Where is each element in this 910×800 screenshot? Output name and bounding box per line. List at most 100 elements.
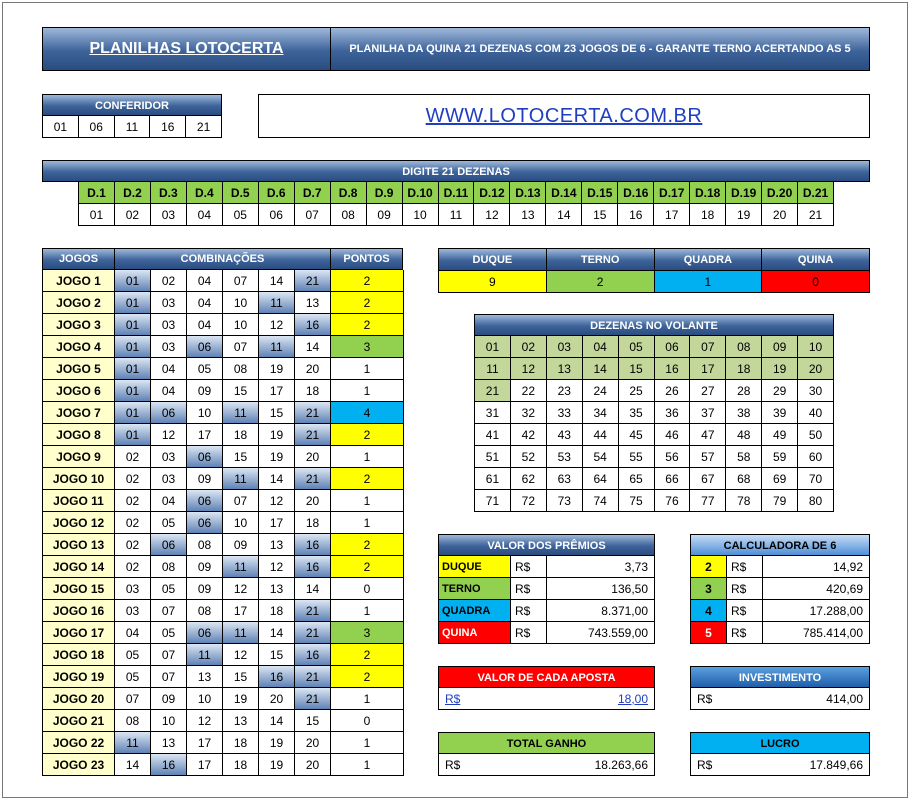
game-number: 15 [223, 446, 259, 468]
conferidor-number[interactable]: 01 [43, 116, 79, 138]
volante-number: 14 [582, 358, 619, 380]
volante-number: 08 [726, 336, 763, 358]
dezena-input[interactable]: 06 [258, 204, 295, 226]
game-number: 07 [151, 666, 187, 688]
game-number: 16 [259, 666, 295, 688]
game-number: 06 [187, 622, 223, 644]
game-number: 04 [187, 314, 223, 336]
dezena-input[interactable]: 04 [186, 204, 223, 226]
calc-label: 2 [691, 556, 727, 578]
dezena-input[interactable]: 20 [762, 204, 799, 226]
dezena-input[interactable]: 08 [330, 204, 367, 226]
dezena-label: D.12 [474, 182, 511, 204]
premio-value: 3,73 [547, 556, 655, 578]
game-number: 13 [259, 578, 295, 600]
game-number: 13 [295, 292, 331, 314]
game-number: 10 [223, 512, 259, 534]
game-points: 2 [331, 666, 404, 688]
conferidor-number[interactable]: 21 [186, 116, 222, 138]
volante-number: 74 [582, 490, 619, 512]
website-link[interactable]: WWW.LOTOCERTA.COM.BR [426, 105, 703, 128]
volante-number: 64 [582, 468, 619, 490]
game-number: 06 [151, 402, 187, 424]
dezena-input[interactable]: 07 [294, 204, 331, 226]
premio-label: QUADRA [439, 600, 511, 622]
volante-number: 37 [690, 402, 727, 424]
dezena-input[interactable]: 14 [546, 204, 583, 226]
dezena-label: D.4 [186, 182, 223, 204]
volante-number: 39 [762, 402, 799, 424]
conferidor-number[interactable]: 11 [114, 116, 151, 138]
game-number: 05 [151, 622, 187, 644]
volante-number: 52 [510, 446, 547, 468]
dezena-input[interactable]: 18 [690, 204, 727, 226]
game-number: 18 [295, 380, 331, 402]
game-number: 16 [295, 644, 331, 666]
dezena-input[interactable]: 12 [474, 204, 511, 226]
game-points: 2 [331, 314, 404, 336]
premio-currency: R$ [511, 600, 547, 622]
volante-number: 28 [726, 380, 763, 402]
volante-number: 10 [798, 336, 834, 358]
game-number: 02 [115, 512, 151, 534]
lucro-row: R$ 17.849,66 [690, 754, 870, 776]
dezena-input[interactable]: 02 [114, 204, 151, 226]
volante-number: 40 [798, 402, 834, 424]
total-currency: R$ [445, 757, 461, 772]
aposta-value[interactable]: 18,00 [618, 692, 648, 706]
volante-number: 69 [762, 468, 799, 490]
game-points: 1 [331, 688, 404, 710]
game-number: 09 [223, 534, 259, 556]
premio-currency: R$ [511, 556, 547, 578]
dezena-input[interactable]: 13 [510, 204, 547, 226]
dezena-input[interactable]: 21 [798, 204, 834, 226]
hit-count: 0 [762, 271, 870, 293]
game-name: JOGO 6 [43, 380, 115, 402]
game-number: 01 [115, 336, 151, 358]
game-number: 03 [151, 446, 187, 468]
brand-title: PLANILHAS LOTOCERTA [43, 28, 331, 70]
volante-number: 51 [475, 446, 511, 468]
game-name: JOGO 1 [43, 270, 115, 292]
game-number: 07 [223, 336, 259, 358]
dezena-input[interactable]: 15 [582, 204, 619, 226]
dezena-label: D.19 [726, 182, 763, 204]
game-points: 2 [331, 292, 404, 314]
dezena-input[interactable]: 17 [654, 204, 691, 226]
volante-number: 11 [475, 358, 511, 380]
dezena-input[interactable]: 03 [150, 204, 187, 226]
top-banner: PLANILHAS LOTOCERTA PLANILHA DA QUINA 21… [42, 27, 870, 71]
dezena-label: D.9 [366, 182, 403, 204]
volante-number: 68 [726, 468, 763, 490]
game-number: 21 [295, 666, 331, 688]
volante-number: 45 [618, 424, 655, 446]
game-number: 17 [187, 424, 223, 446]
game-number: 20 [295, 754, 331, 776]
game-number: 04 [187, 292, 223, 314]
dezena-input[interactable]: 16 [618, 204, 655, 226]
dezena-input[interactable]: 05 [222, 204, 259, 226]
conferidor-number[interactable]: 16 [150, 116, 187, 138]
games-header: JOGOS COMBINAÇÕES PONTOS [42, 248, 403, 270]
game-number: 05 [187, 358, 223, 380]
game-points: 2 [331, 644, 404, 666]
game-number: 16 [295, 556, 331, 578]
dezena-input[interactable]: 11 [438, 204, 475, 226]
volante-number: 32 [510, 402, 547, 424]
game-number: 09 [187, 578, 223, 600]
volante-grid: 01 02 03 04 05 06 07 08 09 10 11 12 13 14 15 16 17 18 19 20… [474, 336, 834, 512]
aposta-row[interactable]: R$ 18,00 [438, 688, 655, 710]
volante-number: 15 [618, 358, 655, 380]
volante-number: 33 [546, 402, 583, 424]
dezena-label: D.8 [330, 182, 367, 204]
game-name: JOGO 18 [43, 644, 115, 666]
dezena-input[interactable]: 19 [726, 204, 763, 226]
volante-number: 55 [618, 446, 655, 468]
game-number: 08 [187, 534, 223, 556]
dezena-input[interactable]: 01 [79, 204, 115, 226]
sheet-subtitle: PLANILHA DA QUINA 21 DEZENAS COM 23 JOGO… [349, 43, 851, 55]
conferidor-number[interactable]: 06 [78, 116, 115, 138]
game-number: 03 [151, 336, 187, 358]
dezena-input[interactable]: 09 [366, 204, 403, 226]
dezena-input[interactable]: 10 [402, 204, 439, 226]
